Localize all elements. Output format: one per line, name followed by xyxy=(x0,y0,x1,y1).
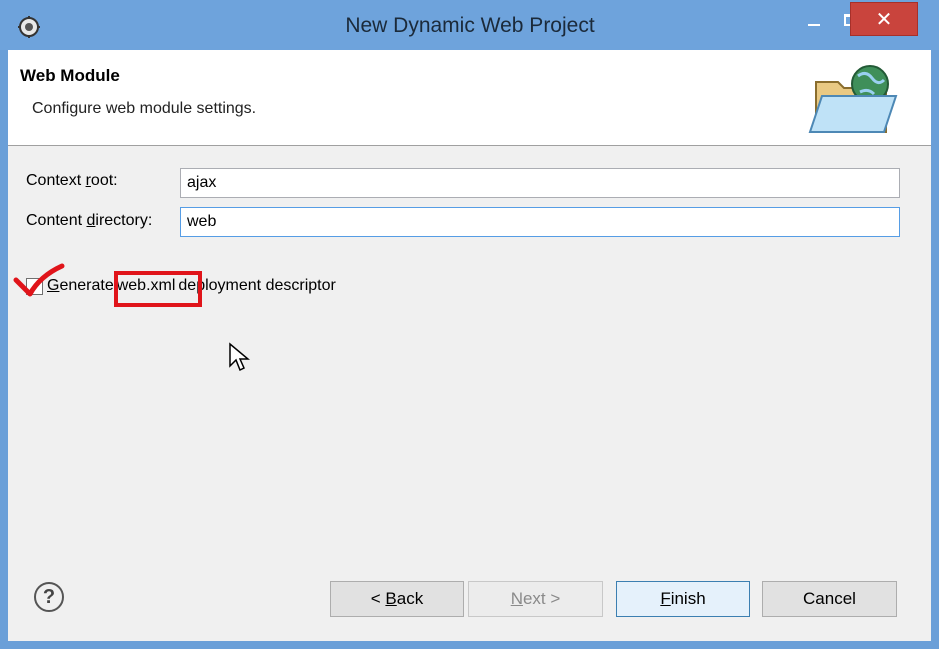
content-directory-label: Content directory: xyxy=(26,212,153,229)
context-root-label: Context root: xyxy=(26,172,118,189)
context-root-input[interactable] xyxy=(180,168,900,198)
folder-globe-icon xyxy=(808,65,898,133)
eclipse-gear-icon xyxy=(18,16,40,38)
close-button[interactable]: ✕ xyxy=(850,2,918,36)
mouse-cursor-icon xyxy=(229,342,250,372)
content-directory-input[interactable] xyxy=(180,207,900,237)
close-icon: ✕ xyxy=(875,8,893,31)
window-title: New Dynamic Web Project xyxy=(345,14,595,37)
page-description: Configure web module settings. xyxy=(32,100,257,117)
annotation-highlight-box xyxy=(114,271,202,307)
help-icon[interactable]: ? xyxy=(34,582,64,612)
dialog-body: Web Module Configure web module settings… xyxy=(8,50,931,641)
back-button[interactable]: < Back xyxy=(330,581,464,617)
minimize-icon xyxy=(808,24,820,26)
cancel-button[interactable]: Cancel xyxy=(762,581,897,617)
minimize-button[interactable] xyxy=(792,2,836,38)
annotation-checkmark-icon xyxy=(13,263,65,297)
finish-button[interactable]: Finish xyxy=(616,581,750,617)
dialog-window: New Dynamic Web Project ✕ Web Module Con… xyxy=(0,0,939,649)
page-title: Web Module xyxy=(20,66,120,85)
wizard-header: Web Module Configure web module settings… xyxy=(8,50,931,146)
next-button[interactable]: Next > xyxy=(468,581,603,617)
title-bar[interactable]: New Dynamic Web Project ✕ xyxy=(0,0,939,50)
